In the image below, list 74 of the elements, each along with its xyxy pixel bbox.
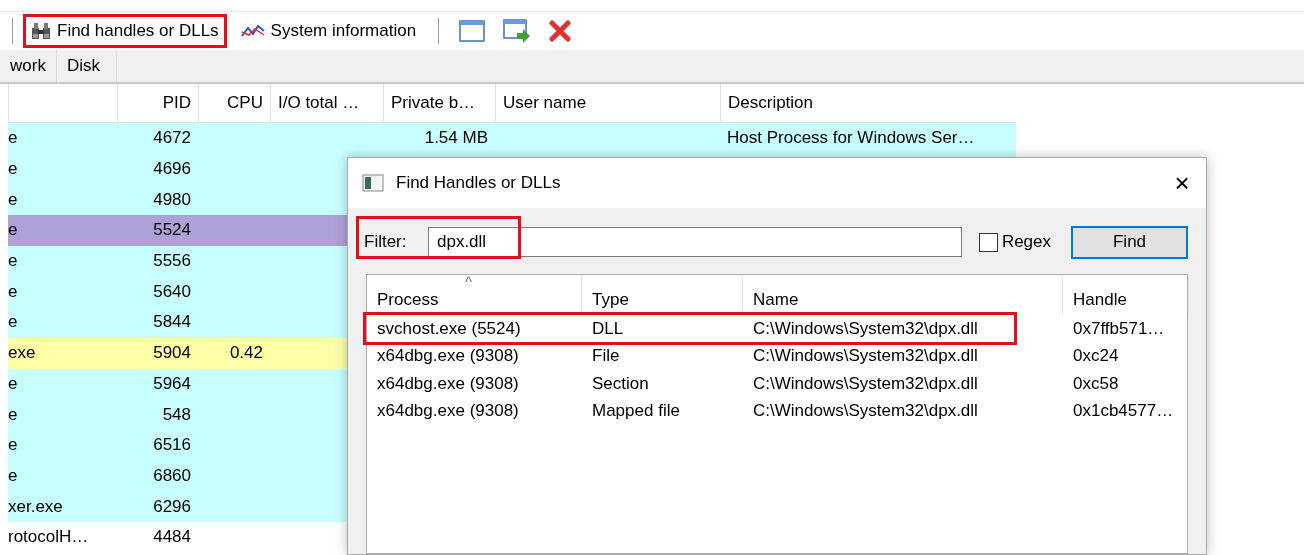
table-cell-text: C:\Windows\System32\dpx.dll — [752, 401, 979, 422]
process-name: e — [8, 404, 19, 425]
table-cell-text: C:\Windows\System32\dpx.dll — [752, 346, 979, 367]
table-cell-text: Host Process for Windows Ser… — [726, 128, 976, 149]
regex-checkbox[interactable] — [978, 232, 998, 252]
table-cell-text: 6516 — [152, 435, 192, 456]
column-header[interactable]: Handle — [1063, 275, 1189, 315]
process-name: e — [8, 128, 19, 149]
column-header[interactable]: Private b… — [383, 84, 495, 122]
binoculars-icon — [31, 22, 51, 40]
process-name: e — [8, 159, 19, 180]
tab[interactable]: work — [8, 50, 57, 82]
process-name: exe — [8, 343, 37, 364]
line-chart-icon — [240, 23, 265, 39]
table-cell-text: 6296 — [152, 496, 192, 517]
table-cell-text: C:\Windows\System32\dpx.dll — [752, 373, 979, 394]
table-cell-text: 1.54 MB — [423, 128, 489, 149]
close-icon[interactable] — [549, 20, 572, 42]
column-header[interactable]: Description — [720, 84, 1008, 122]
process-row[interactable]: e 4672 1.54 MB Host Process for Windows Ser… — [8, 123, 1016, 154]
table-cell-text: 0.42 — [228, 343, 264, 364]
filter-label: Filter: — [364, 232, 408, 252]
table-cell-text: DLL — [591, 318, 625, 339]
table-cell-text: 4672 — [152, 128, 192, 149]
column-header[interactable]: Name — [743, 275, 1063, 315]
process-name: e — [8, 373, 19, 394]
window-icon — [362, 174, 384, 192]
close-button[interactable]: × — [1158, 163, 1206, 203]
table-cell-text: 5844 — [152, 312, 192, 333]
process-name: e — [8, 251, 19, 272]
table-cell-text: x64dbg.exe (9308) — [376, 346, 520, 367]
filter-field[interactable]: dpx.dll — [428, 227, 962, 257]
column-header[interactable]: PID — [117, 84, 198, 122]
process-name: e — [8, 435, 19, 456]
sort-caret: ^ — [465, 273, 473, 291]
table-cell-text: 5964 — [152, 373, 192, 394]
table-cell-text: 0x1cb4577… — [1072, 401, 1175, 422]
table-cell-text: 5904 — [152, 343, 192, 364]
table-cell-text: svchost.exe (5524) — [376, 318, 522, 339]
table-cell-text: 0xc24 — [1072, 346, 1120, 367]
column-header[interactable]: I/O total … — [270, 84, 383, 122]
table-cell-text: x64dbg.exe (9308) — [376, 373, 520, 394]
table-cell-text: 0x7ffb571… — [1072, 318, 1166, 339]
window-icon[interactable] — [459, 20, 486, 42]
process-name: e — [8, 312, 19, 333]
table-cell-text: Section — [591, 373, 650, 394]
process-name: rotocolH… — [8, 527, 90, 548]
column-header[interactable]: CPU — [198, 84, 270, 122]
table-cell-text: 5524 — [152, 220, 192, 241]
table-cell-text: 548 — [161, 404, 192, 425]
dialog-title: Find Handles or DLLs — [396, 173, 562, 193]
toolbar-button[interactable]: Find handles or DLLs — [23, 14, 227, 48]
table-cell-text: C:\Windows\System32\dpx.dll — [752, 318, 979, 339]
toolbar-button[interactable]: System information — [232, 14, 425, 48]
table-cell-text: 5556 — [152, 251, 192, 272]
column-header[interactable]: User name — [495, 84, 720, 122]
process-name: xer.exe — [8, 496, 64, 517]
checkbox-label[interactable]: Regex — [1001, 232, 1051, 252]
table-cell-text: 6860 — [152, 465, 192, 486]
table-cell-text: x64dbg.exe (9308) — [376, 401, 520, 422]
process-name: e — [8, 220, 19, 241]
window-arrow-icon[interactable] — [503, 19, 532, 43]
table-cell-text: Mapped file — [591, 401, 681, 422]
process-name: e — [8, 189, 19, 210]
column-header[interactable]: Type — [582, 275, 743, 315]
table-cell-text: 0xc58 — [1072, 373, 1120, 394]
table-cell-text: 4980 — [152, 189, 192, 210]
table-cell-text: 4696 — [152, 159, 192, 180]
find-button[interactable]: Find — [1071, 225, 1188, 259]
process-name: e — [8, 281, 19, 302]
table-cell-text: 5640 — [152, 281, 192, 302]
table-cell-text: 4484 — [152, 527, 192, 548]
process-name: e — [8, 465, 19, 486]
table-cell-text: File — [591, 346, 621, 367]
